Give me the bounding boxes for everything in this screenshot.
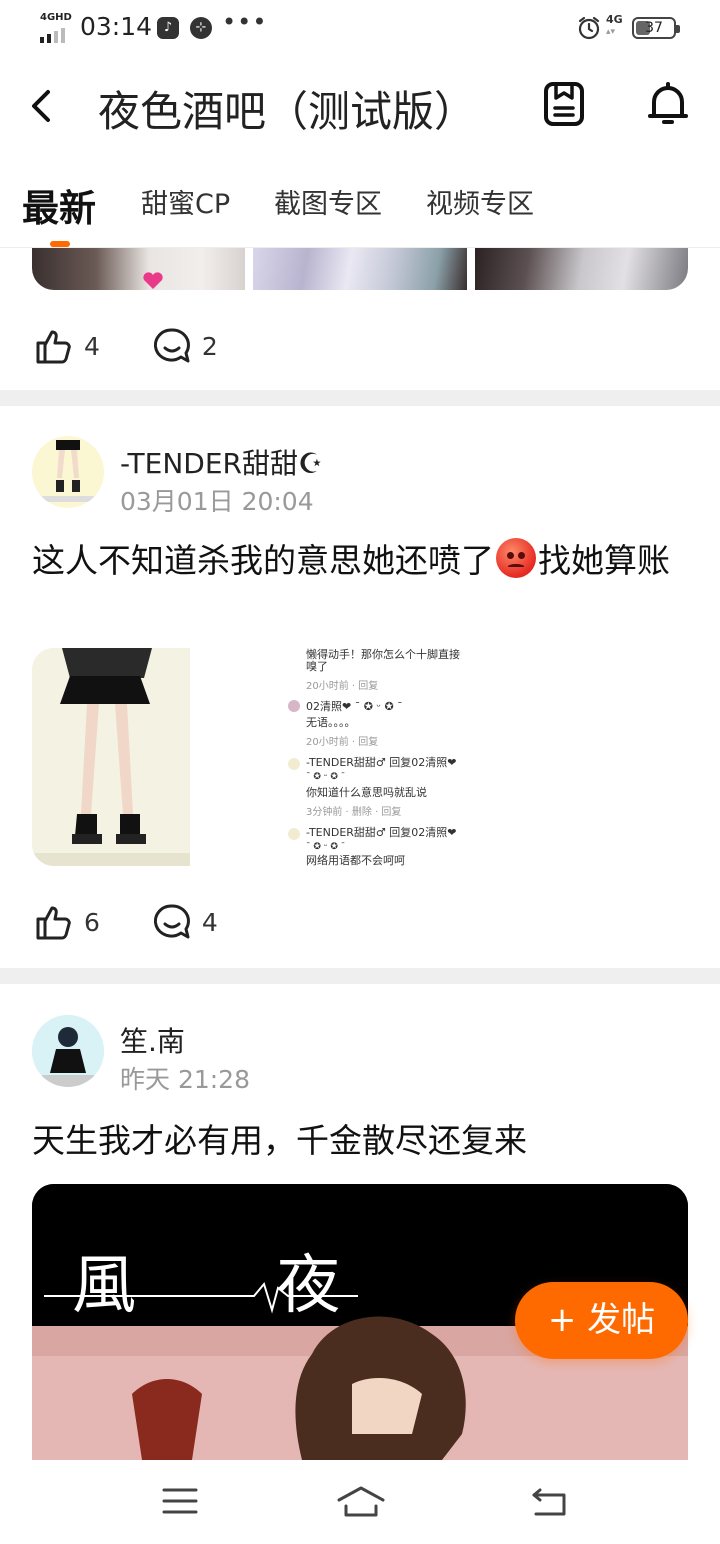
post-image[interactable] (32, 648, 190, 866)
comment-count: 4 (201, 907, 218, 937)
post-divider (0, 968, 720, 984)
username[interactable]: 笙.南 (120, 1020, 185, 1060)
notification-bell-icon[interactable] (646, 80, 690, 128)
back-nav-icon[interactable] (530, 1484, 570, 1518)
comment-bubble-icon (153, 328, 190, 363)
anime-legs-image (32, 648, 190, 866)
angry-face-emoji (496, 538, 536, 578)
post-image[interactable] (253, 248, 467, 290)
status-bar: 4GHD 03:14 ♪ ⊹ ••• 4G ▴▾ 37 (0, 0, 720, 56)
thumbs-up-icon (36, 906, 71, 940)
home-icon[interactable] (336, 1484, 386, 1518)
mobile-data-icon: 4G ▴▾ (606, 13, 623, 37)
more-notifications-icon: ••• (222, 8, 268, 36)
app-header: 夜色酒吧（测试版） (0, 56, 720, 156)
post-time: 昨天 21:28 (120, 1065, 250, 1094)
image-caption: 風 夜 (72, 1249, 401, 1323)
comment-button[interactable]: 4 (152, 902, 218, 942)
avatar[interactable] (32, 1015, 104, 1087)
comment-button[interactable]: 2 (152, 326, 218, 366)
tab-sweet-cp[interactable]: 甜蜜CP (141, 182, 230, 221)
avatar[interactable] (32, 436, 104, 508)
post-time: 03月01日 20:04 (120, 487, 314, 516)
system-navigation-bar (0, 1460, 720, 1544)
network-indicator: 4GHD (38, 12, 72, 43)
post-divider (0, 390, 720, 406)
tiktok-icon: ♪ (157, 17, 179, 39)
page-title: 夜色酒吧（测试版） (98, 87, 477, 136)
heart-sticker-icon (143, 272, 163, 289)
post-image[interactable] (474, 248, 688, 290)
comment-bubble-icon (153, 904, 190, 939)
comment-screenshot-image[interactable]: 懒得动手！那你怎么个十脚直接 嗅了 20小时前 · 回复 02清照❤ ¯ ✪ ᵕ… (282, 648, 482, 870)
post-image[interactable] (32, 248, 246, 290)
tab-videos[interactable]: 视频专区 (426, 182, 534, 221)
username[interactable]: -TENDER甜甜☪ (120, 442, 323, 482)
category-tabs: 最新 甜蜜CP 截图专区 视频专区 (0, 156, 720, 248)
menu-icon[interactable] (160, 1484, 200, 1518)
voice-app-icon: ⊹ (190, 17, 212, 39)
post-card[interactable]: -TENDER甜甜☪ 03月01日 20:04 这人不知道杀我的意思她还喷了 找她… (0, 406, 720, 968)
like-count: 6 (84, 907, 100, 937)
clock: 03:14 (80, 12, 153, 41)
like-count: 4 (84, 331, 100, 361)
avatar-image (32, 1015, 104, 1087)
post-actions: 6 4 (34, 902, 270, 942)
post-image-strip[interactable] (32, 248, 688, 290)
back-arrow-icon[interactable] (26, 84, 62, 128)
post-card[interactable]: 笙.南 昨天 21:28 天生我才必有用，千金散尽还复来 風 夜 (0, 984, 720, 1460)
comment-count: 2 (201, 331, 218, 361)
tab-screenshots[interactable]: 截图专区 (274, 182, 382, 221)
new-post-button[interactable]: + 发帖 (515, 1282, 688, 1359)
post-text[interactable]: 天生我才必有用，千金散尽还复来 (32, 1118, 688, 1164)
tab-latest[interactable]: 最新 (22, 178, 96, 232)
avatar-image (42, 440, 94, 502)
sign-in-icon[interactable] (542, 80, 586, 128)
like-button[interactable]: 6 (34, 902, 100, 942)
like-button[interactable]: 4 (34, 326, 100, 366)
post-text[interactable]: 这人不知道杀我的意思她还喷了 找她算账 (32, 538, 688, 584)
alarm-icon (578, 16, 600, 40)
thumbs-up-icon (36, 330, 71, 364)
battery-icon: 37 (632, 17, 680, 39)
active-tab-indicator (50, 241, 70, 247)
post-actions: 4 2 (34, 326, 270, 366)
post-feed[interactable]: 4 2 -TENDER甜甜☪ 03月01日 20:04 这人不知道杀我的意思她还… (0, 248, 720, 1460)
signal-bars-icon (40, 28, 65, 43)
